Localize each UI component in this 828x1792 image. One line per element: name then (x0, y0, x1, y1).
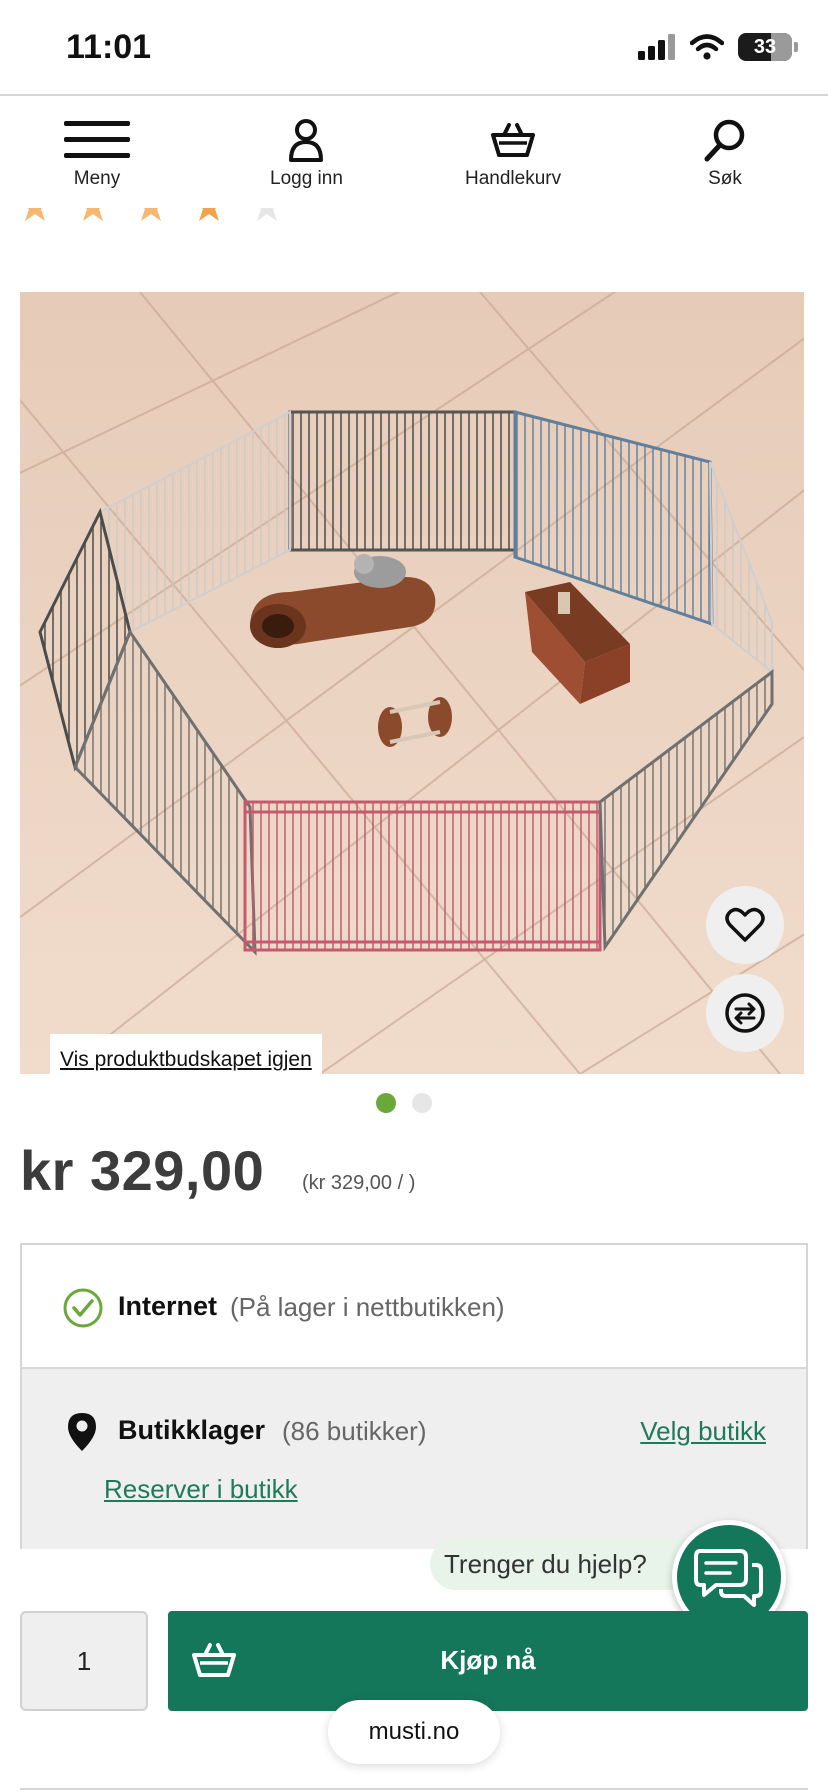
nav-search[interactable]: Søk (703, 118, 747, 190)
reserve-in-store-link[interactable]: Reserver i butikk (104, 1474, 298, 1505)
signal-icon (638, 34, 675, 60)
hamburger-icon (64, 118, 130, 162)
nav-menu-label: Meny (73, 168, 121, 189)
help-bubble[interactable]: Trenger du hjelp? (430, 1538, 690, 1590)
check-circle-icon (63, 1288, 103, 1328)
playpen-photo (20, 292, 804, 1074)
wifi-icon (690, 34, 724, 60)
product-image[interactable]: Vis produktbudskapet igjen (20, 292, 804, 1074)
nav-cart[interactable]: Handlekurv (465, 118, 561, 190)
compare-arrows-icon (725, 993, 765, 1033)
online-stock-note: (På lager i nettbutikken) (230, 1292, 505, 1322)
unit-price: (kr 329,00 / ) (302, 1172, 416, 1194)
star-icon (192, 208, 226, 224)
stock-availability: Internet (På lager i nettbutikken) Butik… (20, 1243, 808, 1549)
favorite-button[interactable] (706, 886, 784, 964)
carousel-dot-1[interactable] (376, 1093, 396, 1113)
nav-search-label: Søk (708, 168, 742, 189)
nav-login-label: Logg inn (270, 168, 343, 189)
choose-store-link[interactable]: Velg butikk (640, 1416, 766, 1447)
chat-icon (694, 1549, 763, 1607)
online-stock-title: Internet (118, 1291, 218, 1321)
compare-button[interactable] (706, 974, 784, 1052)
user-icon (288, 118, 324, 162)
status-icons: 33 (638, 32, 798, 62)
divider (20, 1788, 808, 1790)
carousel-dot-2[interactable] (412, 1093, 432, 1113)
nav-menu[interactable]: Meny (64, 118, 130, 190)
product-price: kr 329,00 (20, 1139, 265, 1202)
nav-cart-label: Handlekurv (465, 168, 562, 189)
store-count: (86 butikker) (282, 1416, 427, 1446)
battery-icon: 33 (738, 33, 792, 61)
star-icon (18, 208, 52, 224)
buy-now-label: Kjøp nå (440, 1645, 536, 1675)
online-stock-row: Internet (På lager i nettbutikken) (22, 1245, 806, 1369)
status-time: 11:01 (66, 28, 152, 66)
star-icon (250, 208, 284, 224)
location-pin-icon (68, 1413, 96, 1451)
heart-icon (725, 907, 765, 942)
battery-level-text: 33 (753, 35, 777, 58)
nav-login[interactable]: Logg inn (270, 118, 343, 190)
star-icon (134, 208, 168, 224)
star-icon (76, 208, 110, 224)
basket-icon (491, 118, 536, 162)
top-nav: Meny Logg inn Handlekurv Søk (0, 96, 828, 208)
search-icon (703, 118, 747, 162)
status-bar: 11:01 33 (0, 0, 828, 96)
buy-now-button[interactable]: Kjøp nå (168, 1611, 808, 1711)
carousel-dots (376, 1093, 432, 1113)
browser-url-pill[interactable]: musti.no (328, 1700, 500, 1764)
quantity-input[interactable]: 1 (20, 1611, 148, 1711)
store-stock-title: Butikklager (118, 1415, 266, 1445)
rating-stars (18, 208, 284, 224)
show-product-message-link[interactable]: Vis produktbudskapet igjen (50, 1034, 322, 1074)
store-stock-row: Butikklager (86 butikker) Velg butikk Re… (22, 1369, 806, 1549)
